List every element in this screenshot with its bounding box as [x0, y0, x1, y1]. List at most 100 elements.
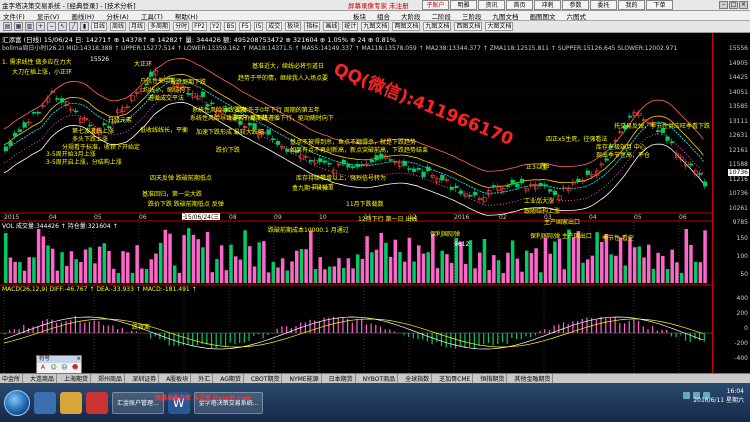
candle-body: [538, 183, 544, 186]
market-tab-12[interactable]: 全球指数: [403, 374, 433, 383]
tool-f5[interactable]: F5: [239, 22, 251, 31]
tool-nine-doc[interactable]: 九图文档: [361, 22, 390, 31]
explorer-icon[interactable]: [60, 391, 82, 414]
network-icon[interactable]: [683, 392, 690, 399]
market-tab-15[interactable]: 其他金融期货: [512, 374, 554, 383]
tool-nine-doc-2[interactable]: 九图文档: [423, 22, 452, 31]
candle-body: [341, 159, 346, 165]
tool-west-doc[interactable]: 西图文档: [454, 22, 483, 31]
candle-body: [27, 121, 32, 124]
start-button-icon[interactable]: [4, 389, 30, 416]
zoom-in-icon[interactable]: +: [36, 22, 45, 31]
print-icon[interactable]: ▥: [25, 22, 34, 31]
menu-right-5[interactable]: 九图文档: [493, 11, 519, 21]
tool-drawline[interactable]: 画线: [323, 22, 340, 31]
tool-indicator[interactable]: 指标: [304, 22, 321, 31]
market-tab-6[interactable]: 外汇: [196, 374, 214, 383]
x-axis-label: 05: [94, 214, 102, 221]
quicktab-3[interactable]: 首页: [506, 0, 533, 10]
quicktab-2[interactable]: 资讯: [478, 0, 505, 10]
clock[interactable]: 16:04 2016/6/11 星期六: [693, 387, 744, 405]
minimize-icon[interactable]: –: [719, 1, 728, 9]
tool-fp2[interactable]: FP2: [192, 22, 207, 31]
media-icon[interactable]: [86, 391, 108, 414]
quicktab-0[interactable]: 子账户: [422, 0, 449, 10]
candle-body: [548, 189, 553, 192]
quicktab-5[interactable]: 参数: [562, 0, 589, 10]
line-icon[interactable]: ╱: [69, 22, 78, 31]
zoom-out-icon[interactable]: −: [47, 22, 56, 31]
tool-deal[interactable]: 成交: [266, 22, 283, 31]
tool-two-doc[interactable]: 两图文档: [392, 22, 421, 31]
tool-month[interactable]: 月线: [129, 22, 146, 31]
cursor-icon[interactable]: ↖: [58, 22, 67, 31]
market-tab-13[interactable]: 芝加哥CME: [437, 374, 474, 383]
menu-right-2[interactable]: 大阶段: [401, 11, 421, 21]
quicktab-1[interactable]: 明雅: [450, 0, 477, 10]
tool-big-doc[interactable]: 大图文档: [485, 22, 514, 31]
menu-draw[interactable]: 画线(H): [71, 11, 94, 21]
open-icon[interactable]: ▤: [3, 22, 12, 31]
candle-body: [351, 166, 356, 169]
symbol-1[interactable]: ☺: [49, 364, 59, 371]
symbol-2[interactable]: ☹: [60, 364, 70, 371]
menu-view[interactable]: 显示(V): [37, 11, 60, 21]
market-tab-5[interactable]: A股板块: [164, 374, 192, 383]
volume-bar: [656, 252, 660, 283]
quicktab-6[interactable]: 委托: [590, 0, 617, 10]
menu-right-6[interactable]: 画图图文: [530, 11, 556, 21]
tool-stat[interactable]: 统计: [342, 22, 359, 31]
market-tab-7[interactable]: AG期货: [218, 374, 244, 383]
symbol-3[interactable]: ☻: [70, 364, 80, 371]
tool-b5[interactable]: B5: [224, 22, 237, 31]
market-tab-10[interactable]: 日本期货: [327, 374, 356, 383]
save-icon[interactable]: ▦: [14, 22, 23, 31]
volume-bar: [4, 233, 8, 283]
market-tab-2[interactable]: 上海期货: [62, 374, 92, 383]
menu-help[interactable]: 帮助(H): [175, 11, 198, 21]
symbol-0[interactable]: A: [38, 364, 48, 371]
market-tab-4[interactable]: 深圳证券: [130, 374, 160, 383]
clock-time: 16:04: [726, 388, 744, 395]
menu-right-3[interactable]: 二阶段: [432, 11, 452, 21]
candle-body: [318, 158, 323, 163]
market-tab-11[interactable]: NYBOT商品: [361, 374, 399, 383]
volume-bar: [93, 263, 97, 283]
market-tab-1[interactable]: 大连商品: [28, 374, 58, 383]
market-tab-8[interactable]: CBOT期货: [249, 374, 283, 383]
menu-file[interactable]: 文件(F): [3, 11, 25, 21]
tool-y2[interactable]: Y2: [209, 22, 222, 31]
menu-right-7[interactable]: 六图式: [567, 11, 587, 21]
tool-minute[interactable]: 分时: [173, 22, 190, 31]
candle-body: [285, 148, 290, 152]
menu-right-4[interactable]: 三阶段: [462, 11, 482, 21]
market-tab-14[interactable]: 恒指期货: [478, 374, 508, 383]
menu-analysis[interactable]: 分析(A): [106, 11, 129, 21]
market-tab-9[interactable]: NYME能源: [287, 374, 322, 383]
chart-icon[interactable]: ▮: [80, 22, 89, 31]
volume-bar: [248, 246, 252, 283]
market-tab-0[interactable]: 中金所: [0, 374, 24, 383]
candle-body: [36, 111, 41, 114]
close-icon[interactable]: ×: [739, 1, 748, 9]
menu-right-0[interactable]: 板块: [353, 11, 366, 21]
tool-sector[interactable]: 板块: [285, 22, 302, 31]
volume-bar: [426, 252, 430, 283]
volume-bar: [27, 257, 31, 283]
tool-week[interactable]: 周线: [110, 22, 127, 31]
market-tabs: 中金所 大连商品 上海期货 郑州商品 深圳证券 A股板块 外汇 AG期货 CBOT期货 NYME能…: [0, 373, 750, 383]
tool-i5[interactable]: I5: [253, 22, 264, 31]
tool-day[interactable]: 日线: [91, 22, 108, 31]
volume-bar: [463, 263, 468, 283]
dialog-close-icon[interactable]: ×: [76, 356, 81, 363]
tool-multi[interactable]: 多周期: [148, 22, 171, 31]
volume-bar: [365, 236, 369, 283]
quicktab-4[interactable]: 冲刺: [534, 0, 561, 10]
maximize-icon[interactable]: □: [729, 1, 738, 9]
market-tab-3[interactable]: 郑州商品: [96, 374, 126, 383]
quicktab-8[interactable]: 下单: [646, 0, 673, 10]
quicktab-7[interactable]: 我的: [618, 0, 645, 10]
ie-icon[interactable]: [34, 391, 56, 414]
menu-tools[interactable]: 工具(T): [141, 11, 163, 21]
menu-right-1[interactable]: 组合: [377, 11, 390, 21]
